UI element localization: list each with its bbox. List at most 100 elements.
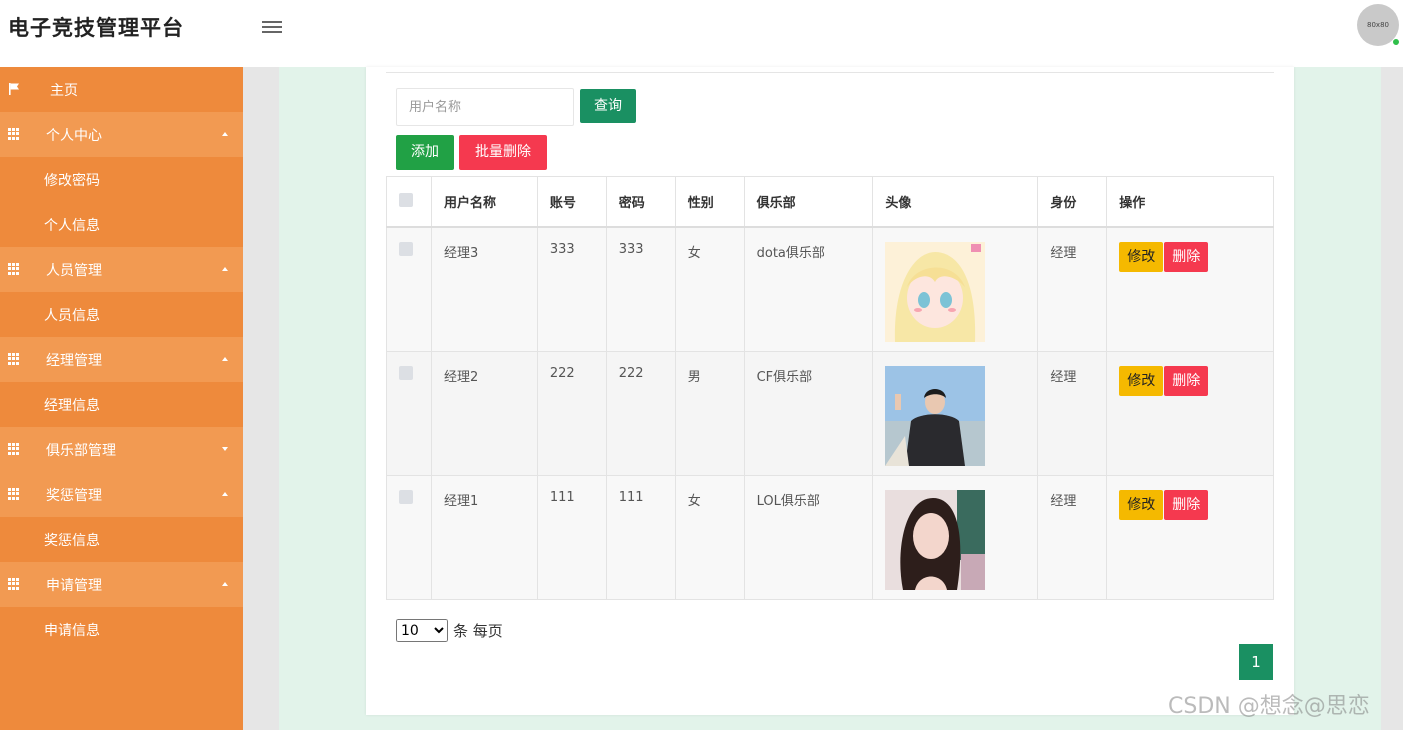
cell-role: 经理 [1037, 226, 1108, 352]
cell-username: 经理2 [430, 350, 538, 476]
sidebar-item-label: 人员管理 [46, 262, 102, 279]
sidebar-item-label: 经理信息 [44, 397, 100, 414]
page-size-select[interactable]: 102050100 [396, 619, 448, 642]
column-header: 密码 [605, 176, 676, 228]
edit-button[interactable]: 修改 [1119, 365, 1164, 396]
cell-avatar [872, 226, 1039, 352]
sidebar-item-label: 主页 [50, 82, 78, 99]
sidebar: 主页 个人中心 修改密码 个人信息 人员管理 人员信息 经理管理 经理信息 俱乐… [0, 67, 243, 730]
sidebar-item-label: 申请信息 [44, 622, 100, 639]
row-select-cell[interactable] [386, 350, 432, 476]
sidebar-group-application-management[interactable]: 申请管理 [0, 562, 243, 607]
edit-button[interactable]: 修改 [1119, 242, 1164, 272]
anime-girl-avatar [885, 242, 986, 342]
cell-club: CF俱乐部 [743, 350, 874, 476]
cell-account: 222 [536, 350, 607, 476]
username-search-input[interactable] [396, 88, 574, 126]
column-header: 用户名称 [430, 176, 538, 228]
table-row: 经理1 111 111 女 LOL俱乐部 经理 修改 删除 [386, 474, 1274, 600]
sidebar-item-label: 经理管理 [46, 352, 102, 369]
grid-icon [8, 578, 21, 590]
add-button[interactable]: 添加 [396, 135, 454, 170]
cell-account: 333 [536, 226, 607, 352]
sidebar-item-staff-info[interactable]: 人员信息 [0, 292, 243, 337]
main-panel: 查询 添加 批量删除 用户名称 账号 密码 性别 俱乐部 头像 身份 操作 经理… [366, 67, 1294, 715]
cell-role: 经理 [1037, 474, 1108, 600]
cell-actions: 修改 删除 [1106, 474, 1274, 600]
sidebar-item-change-password[interactable]: 修改密码 [0, 157, 243, 202]
sidebar-item-label: 奖惩管理 [46, 487, 102, 504]
sidebar-group-manager-management[interactable]: 经理管理 [0, 337, 243, 382]
sidebar-group-staff-management[interactable]: 人员管理 [0, 247, 243, 292]
cell-username: 经理1 [430, 474, 538, 600]
sidebar-item-manager-info[interactable]: 经理信息 [0, 382, 243, 427]
sidebar-item-home[interactable]: 主页 [0, 67, 243, 112]
app-title: 电子竞技管理平台 [8, 16, 184, 40]
caret-down-icon [222, 447, 228, 451]
query-button[interactable]: 查询 [580, 89, 636, 123]
delete-button[interactable]: 删除 [1164, 489, 1209, 520]
delete-button[interactable]: 删除 [1164, 242, 1209, 272]
sidebar-item-label: 申请管理 [46, 577, 102, 594]
sidebar-group-club-management[interactable]: 俱乐部管理 [0, 427, 243, 472]
delete-button[interactable]: 删除 [1164, 365, 1209, 396]
edit-button[interactable]: 修改 [1119, 489, 1164, 520]
cell-gender: 女 [674, 474, 745, 600]
sidebar-item-application-info[interactable]: 申请信息 [0, 607, 243, 652]
watermark: CSDN @想念@思恋 [1168, 694, 1370, 719]
cell-role: 经理 [1037, 350, 1108, 476]
row-checkbox[interactable] [399, 365, 413, 380]
grid-icon [8, 353, 21, 365]
caret-up-icon [222, 492, 228, 496]
sidebar-item-label: 人员信息 [44, 307, 100, 324]
row-checkbox[interactable] [399, 242, 413, 256]
manager-table: 用户名称 账号 密码 性别 俱乐部 头像 身份 操作 经理3 333 333 女… [386, 176, 1274, 600]
grid-icon [8, 443, 21, 455]
cell-avatar [872, 350, 1039, 476]
column-header: 操作 [1106, 176, 1274, 228]
online-status-dot [1392, 38, 1400, 46]
cell-actions: 修改 删除 [1106, 350, 1274, 476]
column-header: 俱乐部 [743, 176, 874, 228]
batch-delete-button[interactable]: 批量删除 [459, 135, 547, 170]
young-man-photo-avatar [885, 365, 986, 466]
select-all-cell[interactable] [386, 176, 432, 228]
column-header: 账号 [536, 176, 607, 228]
page-size-control: 102050100 条 每页 [396, 619, 503, 642]
cell-account: 111 [536, 474, 607, 600]
sidebar-item-label: 个人中心 [46, 127, 102, 144]
user-avatar[interactable]: 80x80 [1357, 4, 1401, 48]
cell-username: 经理3 [430, 226, 538, 352]
top-header: 电子竞技管理平台 80x80 [0, 0, 1403, 67]
cell-actions: 修改 删除 [1106, 226, 1274, 352]
cell-club: LOL俱乐部 [743, 474, 874, 600]
sidebar-item-label: 奖惩信息 [44, 532, 100, 549]
sidebar-group-reward-punishment[interactable]: 奖惩管理 [0, 472, 243, 517]
row-select-cell[interactable] [386, 226, 432, 352]
woman-illustration-avatar [885, 489, 986, 590]
table-row: 经理2 222 222 男 CF俱乐部 经理 修改 删除 [386, 350, 1274, 476]
cell-gender: 男 [674, 350, 745, 476]
row-select-cell[interactable] [386, 474, 432, 600]
caret-up-icon [222, 582, 228, 586]
page-number-button[interactable]: 1 [1239, 644, 1273, 680]
grid-icon [8, 488, 21, 500]
grid-icon [8, 128, 21, 140]
sidebar-item-reward-info[interactable]: 奖惩信息 [0, 517, 243, 562]
cell-gender: 女 [674, 226, 745, 352]
sidebar-item-label: 个人信息 [44, 217, 100, 234]
sidebar-item-label: 俱乐部管理 [46, 442, 116, 459]
table-row: 经理3 333 333 女 dota俱乐部 经理 修改 删除 [386, 226, 1274, 352]
menu-toggle-icon[interactable] [262, 18, 282, 34]
sidebar-group-personal-center[interactable]: 个人中心 [0, 112, 243, 157]
column-header: 性别 [674, 176, 745, 228]
page-size-suffix: 条 每页 [453, 622, 503, 640]
cell-password: 111 [605, 474, 676, 600]
sidebar-item-personal-info[interactable]: 个人信息 [0, 202, 243, 247]
row-checkbox[interactable] [399, 489, 413, 504]
sidebar-item-label: 修改密码 [44, 172, 100, 189]
cell-password: 222 [605, 350, 676, 476]
cell-avatar [872, 474, 1039, 600]
divider [386, 72, 1274, 73]
select-all-checkbox[interactable] [399, 192, 413, 207]
